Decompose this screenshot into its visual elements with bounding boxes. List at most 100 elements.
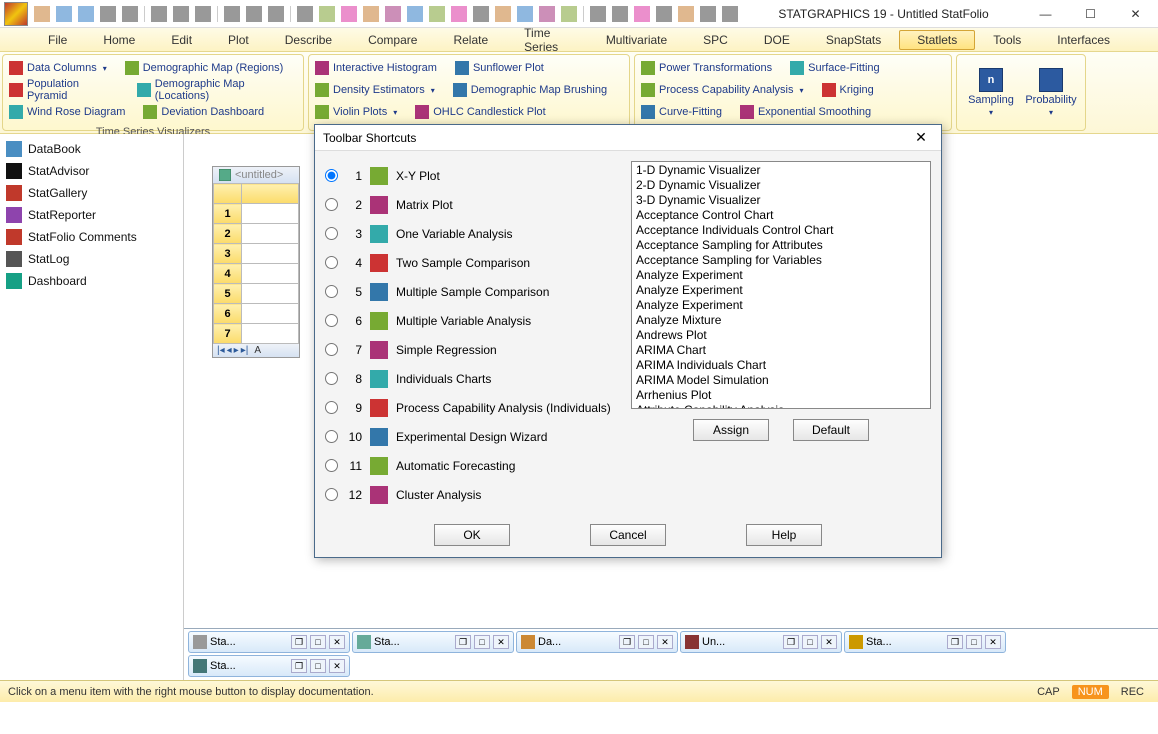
task-window-button[interactable]: ✕	[985, 635, 1001, 649]
list-item[interactable]: Acceptance Individuals Control Chart	[634, 223, 928, 238]
datasheet-window[interactable]: <untitled> 1234567 |◂◂▸▸| A	[212, 166, 300, 358]
shortcut-row-9[interactable]: 9Process Capability Analysis (Individual…	[325, 393, 625, 422]
print2-icon[interactable]	[224, 6, 240, 22]
print-icon[interactable]	[100, 6, 116, 22]
dialog-close-button[interactable]: ✕	[909, 129, 933, 146]
ribbon-item[interactable]: Surface-Fitting	[808, 62, 880, 74]
ribbon-item[interactable]: Deviation Dashboard	[161, 106, 264, 118]
task-window-button[interactable]: ✕	[329, 635, 345, 649]
calc-icon[interactable]	[722, 6, 738, 22]
task-tile[interactable]: Sta...❐□✕	[352, 631, 514, 653]
probability-button[interactable]: Probability ▾	[1021, 59, 1081, 126]
shortcut-radio[interactable]	[325, 314, 338, 327]
task-window-button[interactable]: ✕	[821, 635, 837, 649]
shortcut-row-5[interactable]: 5Multiple Sample Comparison	[325, 277, 625, 306]
chart1-icon[interactable]	[319, 6, 335, 22]
ribbon-item[interactable]: Process Capability Analysis	[659, 84, 794, 96]
task-tile[interactable]: Sta...❐□✕	[844, 631, 1006, 653]
ribbon-item[interactable]: Population Pyramid	[27, 78, 119, 102]
sidebar-item-databook[interactable]: DataBook	[0, 138, 183, 160]
task-window-button[interactable]: ✕	[493, 635, 509, 649]
grad-icon[interactable]	[656, 6, 672, 22]
menu-doe[interactable]: DOE	[746, 30, 808, 50]
menu-home[interactable]: Home	[85, 30, 153, 50]
list-item[interactable]: Analyze Experiment	[634, 268, 928, 283]
ok-button[interactable]: OK	[434, 524, 510, 546]
list-item[interactable]: Arrhenius Plot	[634, 388, 928, 403]
data-grid[interactable]: 1234567	[213, 183, 299, 344]
shortcut-radio[interactable]	[325, 430, 338, 443]
ribbon-item[interactable]: Wind Rose Diagram	[27, 106, 125, 118]
open-icon[interactable]	[34, 6, 50, 22]
ribbon-item[interactable]: Interactive Histogram	[333, 62, 437, 74]
list-item[interactable]: ARIMA Chart	[634, 343, 928, 358]
grid2-icon[interactable]	[612, 6, 628, 22]
undo-icon[interactable]	[195, 6, 211, 22]
sidebar-item-dashboard[interactable]: Dashboard	[0, 270, 183, 292]
assign-button[interactable]: Assign	[693, 419, 769, 441]
shortcut-row-12[interactable]: 12Cluster Analysis	[325, 480, 625, 509]
shortcut-radio[interactable]	[325, 343, 338, 356]
list-icon[interactable]	[700, 6, 716, 22]
task-window-button[interactable]: ❐	[947, 635, 963, 649]
ribbon-item[interactable]: Power Transformations	[659, 62, 772, 74]
chart7-icon[interactable]	[451, 6, 467, 22]
shortcut-radio[interactable]	[325, 459, 338, 472]
list-item[interactable]: 3-D Dynamic Visualizer	[634, 193, 928, 208]
shortcut-radio[interactable]	[325, 227, 338, 240]
ribbon-item[interactable]: Data Columns	[27, 62, 97, 74]
dialog-titlebar[interactable]: Toolbar Shortcuts ✕	[315, 125, 941, 151]
shortcut-radio[interactable]	[325, 169, 338, 182]
target-icon[interactable]	[634, 6, 650, 22]
menu-compare[interactable]: Compare	[350, 30, 435, 50]
shortcut-row-1[interactable]: 1X-Y Plot	[325, 161, 625, 190]
cancel-button[interactable]: Cancel	[590, 524, 666, 546]
task-window-button[interactable]: ❐	[291, 635, 307, 649]
shortcut-radio[interactable]	[325, 372, 338, 385]
menu-describe[interactable]: Describe	[267, 30, 350, 50]
procedure-listbox[interactable]: 1-D Dynamic Visualizer2-D Dynamic Visual…	[631, 161, 931, 409]
ribbon-item[interactable]: Demographic Map (Regions)	[143, 62, 284, 74]
task-window-button[interactable]: ✕	[657, 635, 673, 649]
chart4-icon[interactable]	[385, 6, 401, 22]
list-item[interactable]: Acceptance Sampling for Attributes	[634, 238, 928, 253]
menu-time-series[interactable]: Time Series	[506, 23, 588, 57]
ribbon-item[interactable]: Sunflower Plot	[473, 62, 544, 74]
shortcut-radio[interactable]	[325, 401, 338, 414]
chart11-icon[interactable]	[539, 6, 555, 22]
task-window-button[interactable]: □	[310, 635, 326, 649]
ribbon-item[interactable]: OHLC Candlestick Plot	[433, 106, 546, 118]
sidebar-item-statlog[interactable]: StatLog	[0, 248, 183, 270]
zoom-icon[interactable]	[268, 6, 284, 22]
help-button[interactable]: Help	[746, 524, 822, 546]
list-item[interactable]: 2-D Dynamic Visualizer	[634, 178, 928, 193]
shortcut-row-7[interactable]: 7Simple Regression	[325, 335, 625, 364]
grid-icon[interactable]	[297, 6, 313, 22]
copy-icon[interactable]	[122, 6, 138, 22]
sidebar-item-statfolio-comments[interactable]: StatFolio Comments	[0, 226, 183, 248]
chart9-icon[interactable]	[495, 6, 511, 22]
sidebar-item-statadvisor[interactable]: StatAdvisor	[0, 160, 183, 182]
menu-spc[interactable]: SPC	[685, 30, 746, 50]
shortcut-radio[interactable]	[325, 488, 338, 501]
shortcut-row-2[interactable]: 2Matrix Plot	[325, 190, 625, 219]
task-window-button[interactable]: □	[474, 635, 490, 649]
task-tile[interactable]: Da...❐□✕	[516, 631, 678, 653]
menu-tools[interactable]: Tools	[975, 30, 1039, 50]
maximize-button[interactable]: ☐	[1068, 1, 1113, 27]
close-button[interactable]: ✕	[1113, 1, 1158, 27]
ribbon-item[interactable]: Violin Plots	[333, 106, 387, 118]
task-window-button[interactable]: □	[638, 635, 654, 649]
save-all-icon[interactable]	[78, 6, 94, 22]
ribbon-item[interactable]: Demographic Map Brushing	[471, 84, 607, 96]
ribbon-item[interactable]: Kriging	[840, 84, 874, 96]
chart10-icon[interactable]	[517, 6, 533, 22]
ribbon-item[interactable]: Density Estimators	[333, 84, 425, 96]
datasheet-nav[interactable]: |◂◂▸▸| A	[213, 344, 299, 357]
list-item[interactable]: 1-D Dynamic Visualizer	[634, 163, 928, 178]
chart6-icon[interactable]	[429, 6, 445, 22]
task-window-button[interactable]: ❐	[455, 635, 471, 649]
chart5-icon[interactable]	[407, 6, 423, 22]
gear-icon[interactable]	[590, 6, 606, 22]
sidebar-item-statreporter[interactable]: StatReporter	[0, 204, 183, 226]
